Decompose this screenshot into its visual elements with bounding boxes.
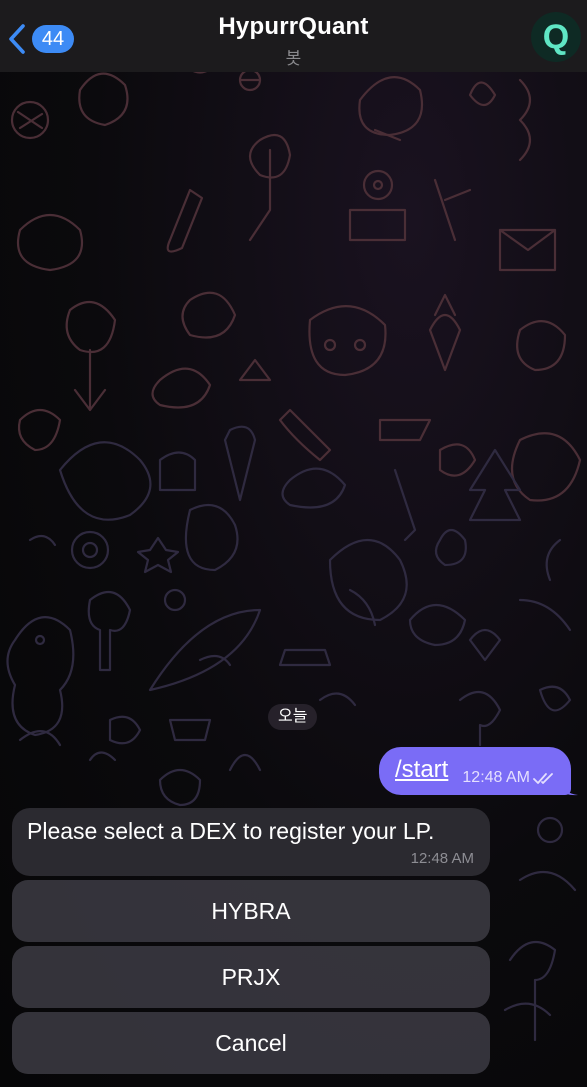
command-link[interactable]: /start (395, 756, 448, 784)
message-time: 12:48 AM (462, 769, 530, 786)
bubble-tail (560, 779, 578, 796)
chat-header: 44 HypurrQuant 봇 Q (0, 0, 587, 72)
avatar-letter: Q (542, 18, 570, 56)
double-check-icon (533, 773, 553, 784)
inline-button-hybra[interactable]: HYBRA (12, 880, 490, 942)
incoming-message[interactable]: Please select a DEX to register your LP.… (12, 808, 490, 876)
chat-screen: 44 HypurrQuant 봇 Q 오늘 /start 12:48 AM Pl… (0, 0, 587, 1087)
inline-button-cancel[interactable]: Cancel (12, 1012, 490, 1074)
chat-title-area[interactable]: HypurrQuant 봇 (0, 13, 587, 69)
message-time: 12:48 AM (410, 850, 474, 867)
chat-subtitle: 봇 (285, 49, 302, 68)
bot-avatar[interactable]: Q (531, 12, 581, 62)
date-separator: 오늘 (268, 704, 318, 730)
message-meta: 12:48 AM (462, 769, 555, 787)
chat-title: HypurrQuant (218, 13, 369, 40)
message-text: Please select a DEX to register your LP. (27, 818, 435, 844)
inline-button-prjx[interactable]: PRJX (12, 946, 490, 1008)
outgoing-message[interactable]: /start 12:48 AM (379, 747, 571, 795)
